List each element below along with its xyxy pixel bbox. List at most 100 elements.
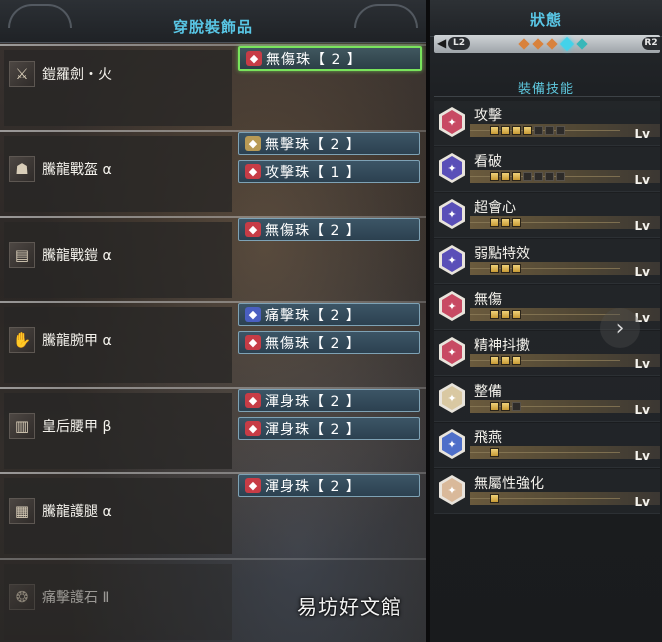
skill-pip <box>490 356 499 365</box>
equipment-name: 皇后腰甲 β <box>42 419 112 435</box>
decoration-slot[interactable]: ◆ 無擊珠【 2 】 <box>238 132 420 155</box>
skill-row[interactable]: ✦ 看破 Lv <box>434 147 660 192</box>
equipment-row[interactable]: ✋ 騰龍腕甲 α ◆ 痛擊珠【 2 】 ◆ 無傷珠【 2 】 <box>0 301 426 387</box>
decoration-slot[interactable]: ◆ 無傷珠【 2 】 <box>238 331 420 354</box>
skill-name: 無屬性強化 <box>474 476 544 492</box>
equipment-name: 騰龍腕甲 α <box>42 333 112 349</box>
row-divider <box>0 558 426 560</box>
skill-row[interactable]: ✦ 弱點特效 Lv <box>434 239 660 284</box>
page-dot <box>532 38 544 50</box>
equipment-row[interactable]: ▤ 騰龍戰鎧 α ◆ 無傷珠【 2 】 <box>0 216 426 302</box>
chest-armor-icon: ▤ <box>9 242 35 268</box>
equipment-slot <box>4 50 232 126</box>
decoration-slot[interactable]: ◆ 渾身珠【 2 】 <box>238 417 420 440</box>
decoration-gem-icon: ◆ <box>245 393 261 408</box>
skill-row[interactable]: ✦ 整備 Lv <box>434 377 660 422</box>
equipment-slot <box>4 564 232 640</box>
skill-pip <box>512 264 521 273</box>
skill-pip <box>501 356 510 365</box>
decoration-label: 痛擊珠【 2 】 <box>265 307 361 324</box>
equipment-name: 鎧羅劍・火 <box>42 67 112 83</box>
decoration-gem-icon: ◆ <box>245 222 261 237</box>
skill-badge-icon: ✦ <box>439 475 465 505</box>
skill-badge-icon: ✦ <box>439 153 465 183</box>
skill-pip <box>501 218 510 227</box>
decoration-gem-icon: ◆ <box>245 335 261 350</box>
skill-pip <box>501 264 510 273</box>
skill-pip <box>534 172 543 181</box>
skill-pip <box>501 126 510 135</box>
nav-left-arrow-icon[interactable]: ◀ <box>437 36 446 50</box>
equipment-row[interactable]: ▥ 皇后腰甲 β ◆ 渾身珠【 2 】 ◆ 渾身珠【 2 】 <box>0 387 426 473</box>
skills-divider <box>434 96 660 97</box>
page-dot <box>559 36 575 52</box>
skill-pip <box>534 126 543 135</box>
skill-pip <box>501 172 510 181</box>
charm-icon: ❂ <box>9 584 35 610</box>
skill-badge-icon: ✦ <box>439 199 465 229</box>
skill-level-bar <box>470 446 660 459</box>
skill-pip <box>512 356 521 365</box>
skill-pip <box>490 402 499 411</box>
decoration-slot[interactable]: ◆ 攻擊珠【 1 】 <box>238 160 420 183</box>
sword-icon: ⚔ <box>9 61 35 87</box>
l2-button[interactable]: L2 <box>448 37 470 50</box>
decoration-label: 渾身珠【 2 】 <box>265 478 361 495</box>
decoration-slot[interactable]: ◆ 無傷珠【 2 】 <box>238 46 422 71</box>
decoration-label: 無擊珠【 2 】 <box>265 136 361 153</box>
skill-pip <box>501 402 510 411</box>
skill-level-bar <box>470 492 660 505</box>
skill-pip <box>490 448 499 457</box>
skill-lv-label: Lv <box>634 357 650 371</box>
decoration-gem-icon: ◆ <box>246 51 262 66</box>
decoration-label: 攻擊珠【 1 】 <box>265 164 361 181</box>
skill-lv-label: Lv <box>634 127 650 141</box>
skill-row[interactable]: ✦ 攻擊 Lv <box>434 101 660 146</box>
equipment-row[interactable]: ▦ 騰龍護腿 α ◆ 渾身珠【 2 】 <box>0 472 426 558</box>
skill-name: 攻擊 <box>474 108 502 124</box>
skill-pip <box>512 402 521 411</box>
decoration-slot[interactable]: ◆ 痛擊珠【 2 】 <box>238 303 420 326</box>
decoration-slot[interactable]: ◆ 渾身珠【 2 】 <box>238 389 420 412</box>
skill-level-bar <box>470 262 660 275</box>
decoration-slot[interactable]: ◆ 無傷珠【 2 】 <box>238 218 420 241</box>
skill-row[interactable]: ✦ 飛燕 Lv <box>434 423 660 468</box>
skill-pip <box>490 310 499 319</box>
skill-name: 無傷 <box>474 292 502 308</box>
skill-pip <box>523 172 532 181</box>
equipment-slot <box>4 478 232 554</box>
decoration-gem-icon: ◆ <box>245 307 261 322</box>
skill-pip <box>490 218 499 227</box>
skill-lv-label: Lv <box>634 449 650 463</box>
skill-badge-icon: ✦ <box>439 337 465 367</box>
decoration-slot[interactable]: ◆ 渾身珠【 2 】 <box>238 474 420 497</box>
skill-pips <box>490 494 499 503</box>
skill-level-bar <box>470 170 660 183</box>
waist-armor-icon: ▥ <box>9 413 35 439</box>
skill-name: 飛燕 <box>474 430 502 446</box>
skill-pips <box>490 448 499 457</box>
equipment-name: 騰龍護腿 α <box>42 504 112 520</box>
skill-pips <box>490 310 521 319</box>
skill-lv-label: Lv <box>634 495 650 509</box>
r2-button[interactable]: R2 <box>642 37 660 50</box>
skill-badge-icon: ✦ <box>439 245 465 275</box>
skill-pip <box>556 126 565 135</box>
page-dot <box>576 38 588 50</box>
next-page-arrow-icon[interactable]: › <box>600 308 640 348</box>
equipment-row[interactable]: ⚔ 鎧羅劍・火 ◆ 無傷珠【 2 】 <box>0 44 426 130</box>
skill-row[interactable]: ✦ 無屬性強化 Lv <box>434 469 660 514</box>
skill-level-bar <box>470 400 660 413</box>
status-title: 狀態 <box>529 11 562 29</box>
leg-armor-icon: ▦ <box>9 498 35 524</box>
skill-pips <box>490 402 521 411</box>
skill-row[interactable]: ✦ 超會心 Lv <box>434 193 660 238</box>
equipment-row[interactable]: ☗ 騰龍戰盔 α ◆ 無擊珠【 2 】 ◆ 攻擊珠【 1 】 <box>0 130 426 216</box>
skill-name: 整備 <box>474 384 502 400</box>
skill-pips <box>490 172 565 181</box>
equipment-name: 騰龍戰盔 α <box>42 162 112 178</box>
skill-pips <box>490 356 521 365</box>
skill-name: 精神抖擻 <box>474 338 530 354</box>
skill-pips <box>490 264 521 273</box>
skill-lv-label: Lv <box>634 403 650 417</box>
